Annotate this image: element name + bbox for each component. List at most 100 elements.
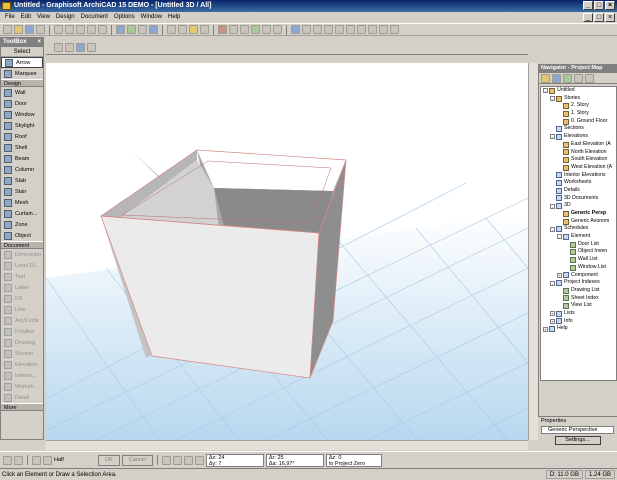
expand-toggle[interactable]: + xyxy=(557,272,562,278)
more-group[interactable]: More xyxy=(1,403,43,411)
tree-item[interactable]: - Element xyxy=(541,233,616,241)
paste-icon[interactable] xyxy=(76,25,85,34)
close-button[interactable]: × xyxy=(605,1,615,10)
grid-snap-icon[interactable] xyxy=(194,455,204,465)
settings-button[interactable]: Settings... xyxy=(554,436,601,445)
tool-document-12[interactable]: Worksh... xyxy=(1,381,43,392)
grid-icon[interactable] xyxy=(189,25,198,34)
menu-window[interactable]: Window xyxy=(138,14,165,20)
zoom-label[interactable]: Half xyxy=(54,457,64,463)
tool-document-7[interactable]: Polyline xyxy=(1,326,43,337)
tree-item[interactable]: - Elevations xyxy=(541,133,616,141)
group-icon[interactable] xyxy=(251,25,260,34)
vertical-scrollbar[interactable] xyxy=(528,63,538,440)
expand-toggle[interactable]: - xyxy=(543,88,548,94)
tool-document-13[interactable]: Detail xyxy=(1,392,43,403)
tree-item[interactable]: Door List xyxy=(541,241,616,249)
fit-icon[interactable] xyxy=(335,25,344,34)
tree-item[interactable]: Drawing List xyxy=(541,287,616,295)
align-icon[interactable] xyxy=(229,25,238,34)
tree-item[interactable]: North Elevation xyxy=(541,149,616,157)
tool-document-11[interactable]: Interior... xyxy=(1,370,43,381)
tree-item[interactable]: Worksheets xyxy=(541,179,616,187)
coords-z[interactable]: Δz: 0 to Project Zero xyxy=(325,453,382,467)
expand-toggle[interactable]: + xyxy=(550,318,555,324)
coords-xy[interactable]: Δx: 24 Δy: 7 xyxy=(205,453,264,467)
new-icon[interactable] xyxy=(3,25,12,34)
tool-design-13[interactable]: Object xyxy=(1,230,43,241)
save-icon[interactable] xyxy=(25,25,34,34)
tree-item[interactable]: Details xyxy=(541,187,616,195)
orbit-view-icon[interactable] xyxy=(65,42,74,52)
tree-item[interactable]: South Elevation xyxy=(541,156,616,164)
menu-help[interactable]: Help xyxy=(165,14,183,20)
tree-item[interactable]: Object Inven xyxy=(541,248,616,256)
tool-document-1[interactable]: Level Di... xyxy=(1,260,43,271)
tree-item[interactable]: - Project Indexes xyxy=(541,279,616,287)
menu-file[interactable]: File xyxy=(2,14,18,20)
expand-toggle[interactable]: + xyxy=(550,311,555,317)
tree-item[interactable]: Sections xyxy=(541,125,616,133)
select-icon[interactable] xyxy=(54,42,63,52)
cut-icon[interactable] xyxy=(54,25,63,34)
lock-icon[interactable] xyxy=(262,25,271,34)
design-group[interactable]: Design xyxy=(1,79,43,87)
open-icon[interactable] xyxy=(14,25,23,34)
horizontal-scrollbar[interactable] xyxy=(46,440,528,450)
line-icon[interactable] xyxy=(14,455,23,465)
magic-wand-icon[interactable] xyxy=(138,25,147,34)
expand-toggle[interactable]: - xyxy=(550,96,555,102)
tool-document-9[interactable]: Section xyxy=(1,348,43,359)
doc-minimize-button[interactable]: _ xyxy=(583,12,593,22)
cancel-button[interactable]: Cancel xyxy=(121,454,153,466)
expand-toggle[interactable]: - xyxy=(550,134,555,140)
tool-design-5[interactable]: Shell xyxy=(1,142,43,153)
menu-options[interactable]: Options xyxy=(111,14,138,20)
tree-item[interactable]: Generic Persp xyxy=(541,210,616,218)
zoom-in-icon[interactable] xyxy=(32,455,41,465)
guide-icon[interactable] xyxy=(178,25,187,34)
view-3d-icon[interactable] xyxy=(313,25,322,34)
tree-item[interactable]: View List xyxy=(541,302,616,310)
tool-design-12[interactable]: Zone xyxy=(1,219,43,230)
tree-item[interactable]: - Schedules xyxy=(541,225,616,233)
ok-button[interactable]: OK xyxy=(97,454,120,466)
tree-item[interactable]: Interior Elevations xyxy=(541,172,616,180)
tool-design-2[interactable]: Window xyxy=(1,109,43,120)
tree-item[interactable]: - 3D xyxy=(541,202,616,210)
expand-toggle[interactable]: - xyxy=(550,280,555,286)
tool-design-8[interactable]: Slab xyxy=(1,175,43,186)
undo-icon[interactable] xyxy=(87,25,96,34)
tree-item[interactable]: + Info xyxy=(541,318,616,326)
expand-toggle[interactable]: + xyxy=(543,326,548,332)
zoom-icon[interactable] xyxy=(324,25,333,34)
render-icon[interactable] xyxy=(291,25,300,34)
3d-viewport[interactable] xyxy=(46,63,528,450)
tool-design-10[interactable]: Mesh xyxy=(1,197,43,208)
close-icon[interactable]: × xyxy=(37,38,41,47)
tree-item[interactable]: 2. Story xyxy=(541,102,616,110)
info-box-icon[interactable] xyxy=(379,25,388,34)
tool-design-0[interactable]: Wall xyxy=(1,87,43,98)
geometry-method-icon[interactable] xyxy=(3,455,12,465)
tool-document-5[interactable]: Line xyxy=(1,304,43,315)
pointer-icon[interactable] xyxy=(116,25,125,34)
expand-toggle[interactable]: - xyxy=(550,226,555,232)
document-group[interactable]: Document xyxy=(1,241,43,249)
menu-view[interactable]: View xyxy=(34,14,53,20)
tool-document-4[interactable]: Fill xyxy=(1,293,43,304)
minimize-button[interactable]: _ xyxy=(583,1,593,10)
orbit-icon[interactable] xyxy=(357,25,366,34)
organizer-icon[interactable] xyxy=(390,25,399,34)
layer-icon[interactable] xyxy=(127,25,136,34)
tool-marquee[interactable]: Marquee xyxy=(1,68,43,79)
constraint-icon[interactable] xyxy=(183,455,193,465)
camera-icon[interactable] xyxy=(302,25,311,34)
layout-book-icon[interactable] xyxy=(563,73,572,83)
tree-item[interactable]: - Stories xyxy=(541,95,616,103)
trace-icon[interactable] xyxy=(218,25,227,34)
expand-toggle[interactable]: - xyxy=(557,234,562,240)
gravity-icon[interactable] xyxy=(200,25,209,34)
tool-document-10[interactable]: Elevation xyxy=(1,359,43,370)
menu-document[interactable]: Document xyxy=(78,14,111,20)
